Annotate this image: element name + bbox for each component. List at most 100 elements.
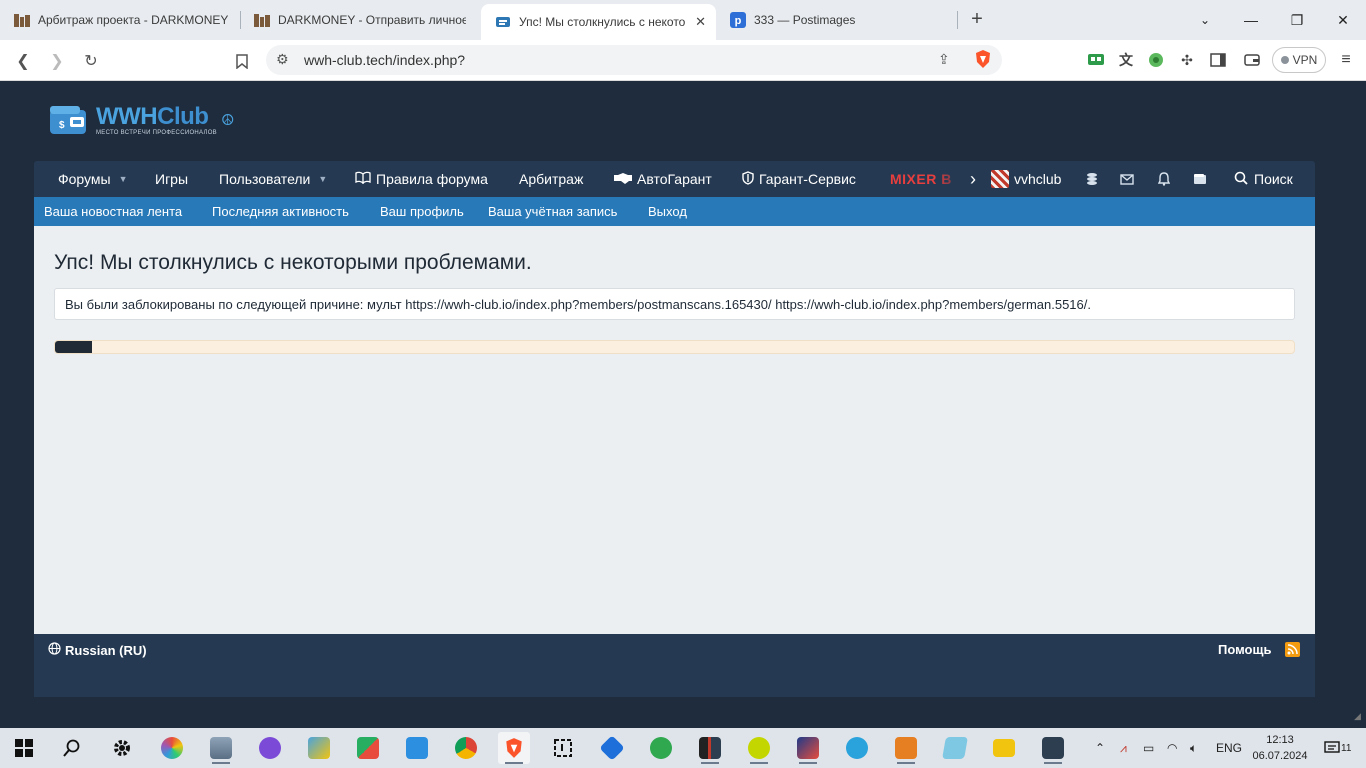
- translate-icon[interactable]: 文: [1115, 49, 1137, 71]
- key-app-icon[interactable]: [303, 732, 335, 764]
- subnav-recent-activity[interactable]: Последняя активность: [212, 197, 349, 226]
- chevron-down-icon[interactable]: ▼: [318, 174, 327, 184]
- maximize-button[interactable]: ❐: [1274, 0, 1320, 40]
- notifications-count: 11: [1341, 742, 1352, 754]
- bookmark-icon[interactable]: [229, 48, 255, 74]
- wifi-icon[interactable]: ◠: [1167, 728, 1177, 768]
- extension-leaf-icon[interactable]: [1145, 49, 1167, 71]
- coins-icon[interactable]: [1077, 161, 1107, 197]
- language-label: Russian (RU): [65, 642, 147, 658]
- nav-games[interactable]: Игры: [155, 161, 188, 197]
- footer: Russian (RU) Помощь: [34, 634, 1315, 697]
- nav-users-label: Пользователи: [219, 171, 311, 187]
- browser-tab-strip: Арбитраж проекта - DARKMONEY DARKMONEY -…: [0, 0, 1366, 40]
- avatar: [991, 170, 1009, 188]
- wallet-logo-icon: $: [48, 104, 88, 136]
- url-text[interactable]: wwh-club.tech/index.php?: [304, 52, 465, 68]
- brave-shield-icon[interactable]: [974, 49, 992, 74]
- search-icon[interactable]: [56, 732, 88, 764]
- windows-start-icon[interactable]: [8, 732, 40, 764]
- resize-grip-icon[interactable]: ◢: [1354, 711, 1364, 721]
- logo-text: WWHClub МЕСТО ВСТРЕЧИ ПРОФЕССИОНАЛОВ: [96, 102, 217, 136]
- media-player-icon[interactable]: [890, 732, 922, 764]
- omnibox[interactable]: ⚙ wwh-club.tech/index.php? ⇪: [266, 45, 1002, 75]
- nav-users[interactable]: Пользователи ▼: [219, 161, 327, 197]
- wallet-icon[interactable]: [1241, 49, 1263, 71]
- subnav-your-profile[interactable]: Ваш профиль: [380, 197, 464, 226]
- utorrent-icon[interactable]: [645, 732, 677, 764]
- flag-app-icon[interactable]: [792, 732, 824, 764]
- color-app-icon[interactable]: [156, 732, 188, 764]
- inbox-icon[interactable]: [1112, 161, 1142, 197]
- tray-network-app-icon[interactable]: ⩘: [1120, 728, 1127, 768]
- bell-icon[interactable]: [1149, 161, 1179, 197]
- tab-search-chevron-icon[interactable]: ⌄: [1182, 0, 1228, 40]
- forward-button[interactable]: ❯: [44, 48, 70, 74]
- tab-darkmoney-message[interactable]: DARKMONEY - Отправить личное с: [240, 0, 480, 40]
- nav-user-account[interactable]: vvhclub: [991, 161, 1061, 197]
- rss-icon[interactable]: [1285, 642, 1300, 657]
- chrome-icon[interactable]: [450, 732, 482, 764]
- language-chooser[interactable]: Russian (RU): [48, 642, 147, 658]
- telegram-icon[interactable]: [841, 732, 873, 764]
- audio-app-icon[interactable]: [694, 732, 726, 764]
- search-button[interactable]: Поиск: [1234, 161, 1293, 197]
- nav-forums-label: Форумы: [58, 171, 111, 187]
- settings-gear-icon[interactable]: [106, 732, 138, 764]
- nav-forums[interactable]: Форумы ▼: [58, 161, 128, 197]
- diamond-app-icon[interactable]: [596, 732, 628, 764]
- input-language[interactable]: ENG: [1216, 728, 1242, 768]
- chevron-right-icon[interactable]: ›: [962, 161, 984, 197]
- notes-app-icon[interactable]: [939, 732, 971, 764]
- nav-autogarant[interactable]: АвтоГарант: [614, 161, 712, 197]
- file-explorer-icon[interactable]: [988, 732, 1020, 764]
- sync-app-icon[interactable]: [401, 732, 433, 764]
- extensions-puzzle-icon[interactable]: ✣: [1176, 49, 1198, 71]
- block-notice: Вы были заблокированы по следующей причи…: [54, 288, 1295, 320]
- windows-taskbar: ⌃ ⩘ ▭ ◠ 🔈︎ ENG 12:13 06.07.2024 11: [0, 728, 1366, 768]
- tray-show-hidden-icon[interactable]: ⌃: [1095, 728, 1105, 768]
- chart-app-icon[interactable]: [352, 732, 384, 764]
- volume-icon[interactable]: 🔈︎: [1190, 728, 1197, 768]
- brave-icon[interactable]: [498, 732, 530, 764]
- reload-button[interactable]: ↻: [78, 48, 104, 74]
- tab-wwh-error[interactable]: Упс! Мы столкнулись с некото ✕: [481, 4, 716, 40]
- sidebar-icon[interactable]: [1207, 49, 1229, 71]
- nav-autogarant-label: АвтоГарант: [637, 171, 712, 187]
- extension-green-icon[interactable]: [1085, 49, 1107, 71]
- system-clock[interactable]: 12:13 06.07.2024: [1250, 732, 1310, 764]
- capture-app-icon[interactable]: [547, 732, 579, 764]
- share-icon[interactable]: ⇪: [938, 51, 950, 68]
- site-settings-icon[interactable]: ⚙: [276, 51, 289, 68]
- address-toolbar: ❮ ❯ ↻ ⚙ wwh-club.tech/index.php? ⇪ 文 ✣ V…: [0, 40, 1366, 81]
- logo-title-wwh: WWH: [96, 102, 158, 130]
- subnav-news-feed[interactable]: Ваша новостная лента: [44, 197, 182, 226]
- close-tab-icon[interactable]: ✕: [695, 14, 706, 30]
- peace-icon: ☮: [220, 112, 235, 129]
- battery-icon[interactable]: ▭: [1143, 728, 1154, 768]
- camera-app-icon[interactable]: [1037, 732, 1069, 764]
- new-tab-button[interactable]: +: [966, 8, 988, 30]
- green-app-icon[interactable]: [743, 732, 775, 764]
- nav-arbitrage[interactable]: Арбитраж: [519, 161, 583, 197]
- site-logo[interactable]: $ WWHClub МЕСТО ВСТРЕЧИ ПРОФЕССИОНАЛОВ ☮: [48, 102, 234, 138]
- monitor-app-icon[interactable]: [205, 732, 237, 764]
- svg-text:$: $: [59, 120, 65, 131]
- nav-rules[interactable]: Правила форума: [355, 161, 488, 197]
- notifications-icon[interactable]: 11: [1324, 728, 1351, 768]
- subnav-your-account[interactable]: Ваша учётная запись: [488, 197, 617, 226]
- chevron-down-icon[interactable]: ▼: [119, 174, 128, 184]
- wallet-icon[interactable]: [1185, 161, 1215, 197]
- menu-icon[interactable]: ≡: [1335, 49, 1357, 71]
- svg-text:p: p: [735, 15, 742, 27]
- tab-postimages[interactable]: p 333 — Postimages: [716, 0, 956, 40]
- back-button[interactable]: ❮: [10, 48, 36, 74]
- minimize-button[interactable]: —: [1228, 0, 1274, 40]
- tab-arbitrage-darkmoney[interactable]: Арбитраж проекта - DARKMONEY: [0, 0, 240, 40]
- subnav-logout[interactable]: Выход: [648, 197, 687, 226]
- nav-garant-service[interactable]: Гарант-Сервис: [742, 161, 856, 197]
- close-window-button[interactable]: ✕: [1320, 0, 1366, 40]
- help-link[interactable]: Помощь: [1218, 642, 1271, 657]
- q-app-icon[interactable]: [254, 732, 286, 764]
- vpn-button[interactable]: VPN: [1272, 47, 1326, 73]
